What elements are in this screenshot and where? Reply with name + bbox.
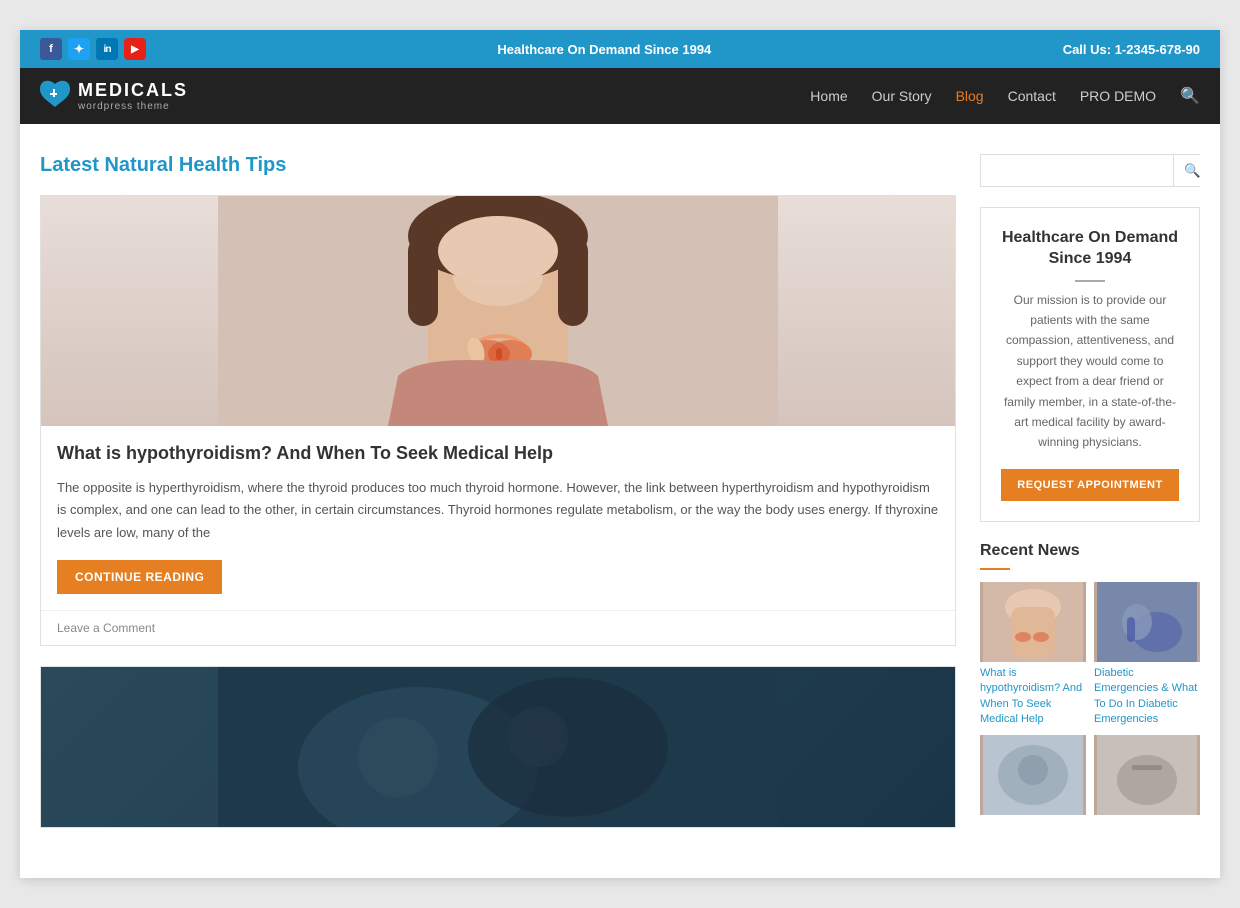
nav-links: Home Our Story Blog Contact PRO DEMO 🔍 (810, 86, 1200, 106)
search-icon-nav[interactable]: 🔍 (1180, 86, 1200, 106)
widget-title: Healthcare On Demand Since 1994 (1001, 228, 1179, 270)
nav-home[interactable]: Home (810, 88, 847, 104)
top-bar: f ✦ in ▶ Healthcare On Demand Since 1994… (20, 30, 1220, 68)
top-bar-phone: Call Us: 1-2345-678-90 (1063, 42, 1200, 57)
nav-blog[interactable]: Blog (956, 88, 984, 104)
recent-news-item-1[interactable]: What is hypothyroidism? And When To Seek… (980, 582, 1086, 728)
article-card-1: What is hypothyroidism? And When To Seek… (40, 195, 956, 646)
recent-news-link-1[interactable]: What is hypothyroidism? And When To Seek… (980, 666, 1086, 728)
nav-pro-demo[interactable]: PRO DEMO (1080, 88, 1156, 104)
article-image-1 (41, 196, 955, 426)
recent-news-grid: What is hypothyroidism? And When To Seek… (980, 582, 1200, 820)
top-bar-tagline: Healthcare On Demand Since 1994 (497, 42, 711, 57)
content-left: Latest Natural Health Tips (40, 154, 956, 848)
linkedin-icon[interactable]: in (96, 38, 118, 60)
recent-news-item-3[interactable] (980, 735, 1086, 819)
main-content: Latest Natural Health Tips (20, 124, 1220, 878)
recent-thumb-4 (1094, 735, 1200, 815)
site-wrapper: f ✦ in ▶ Healthcare On Demand Since 1994… (20, 30, 1220, 878)
widget-divider (1075, 280, 1105, 282)
logo[interactable]: MEDICALS wordpress theme (40, 79, 188, 114)
facebook-icon[interactable]: f (40, 38, 62, 60)
nav-contact[interactable]: Contact (1008, 88, 1056, 104)
recent-news-title: Recent News (980, 542, 1200, 560)
recent-news-item-2[interactable]: Diabetic Emergencies & What To Do In Dia… (1094, 582, 1200, 728)
logo-icon (40, 79, 70, 114)
twitter-icon[interactable]: ✦ (68, 38, 90, 60)
logo-text: MEDICALS wordpress theme (78, 80, 188, 112)
leave-comment-link[interactable]: Leave a Comment (57, 621, 155, 635)
section-title: Latest Natural Health Tips (40, 154, 956, 177)
recent-news-item-4[interactable] (1094, 735, 1200, 819)
youtube-icon[interactable]: ▶ (124, 38, 146, 60)
recent-thumb-2 (1094, 582, 1200, 662)
recent-news-divider (980, 568, 1010, 570)
page-wrapper: f ✦ in ▶ Healthcare On Demand Since 1994… (0, 0, 1240, 908)
search-input[interactable] (981, 155, 1173, 186)
widget-description: Our mission is to provide our patients w… (1001, 290, 1179, 453)
about-widget: Healthcare On Demand Since 1994 Our miss… (980, 207, 1200, 522)
article-title-1: What is hypothyroidism? And When To Seek… (57, 442, 939, 465)
request-appointment-button[interactable]: REQUEST APPOINTMENT (1001, 469, 1178, 501)
content-right: 🔍 Healthcare On Demand Since 1994 Our mi… (980, 154, 1200, 848)
article-image-2 (41, 667, 955, 827)
recent-news-widget: Recent News (980, 542, 1200, 820)
article-card-2 (40, 666, 956, 828)
search-button[interactable]: 🔍 (1173, 155, 1211, 186)
article-footer-1: Leave a Comment (41, 610, 955, 645)
article-body-1: What is hypothyroidism? And When To Seek… (41, 426, 955, 610)
nav-our-story[interactable]: Our Story (872, 88, 932, 104)
continue-reading-button[interactable]: CONTINUE READING (57, 560, 222, 594)
recent-news-link-2[interactable]: Diabetic Emergencies & What To Do In Dia… (1094, 666, 1200, 728)
recent-thumb-1 (980, 582, 1086, 662)
sidebar-search: 🔍 (980, 154, 1200, 187)
recent-thumb-3 (980, 735, 1086, 815)
article-excerpt-1: The opposite is hyperthyroidism, where t… (57, 477, 939, 543)
social-icons: f ✦ in ▶ (40, 38, 146, 60)
nav-bar: MEDICALS wordpress theme Home Our Story … (20, 68, 1220, 124)
